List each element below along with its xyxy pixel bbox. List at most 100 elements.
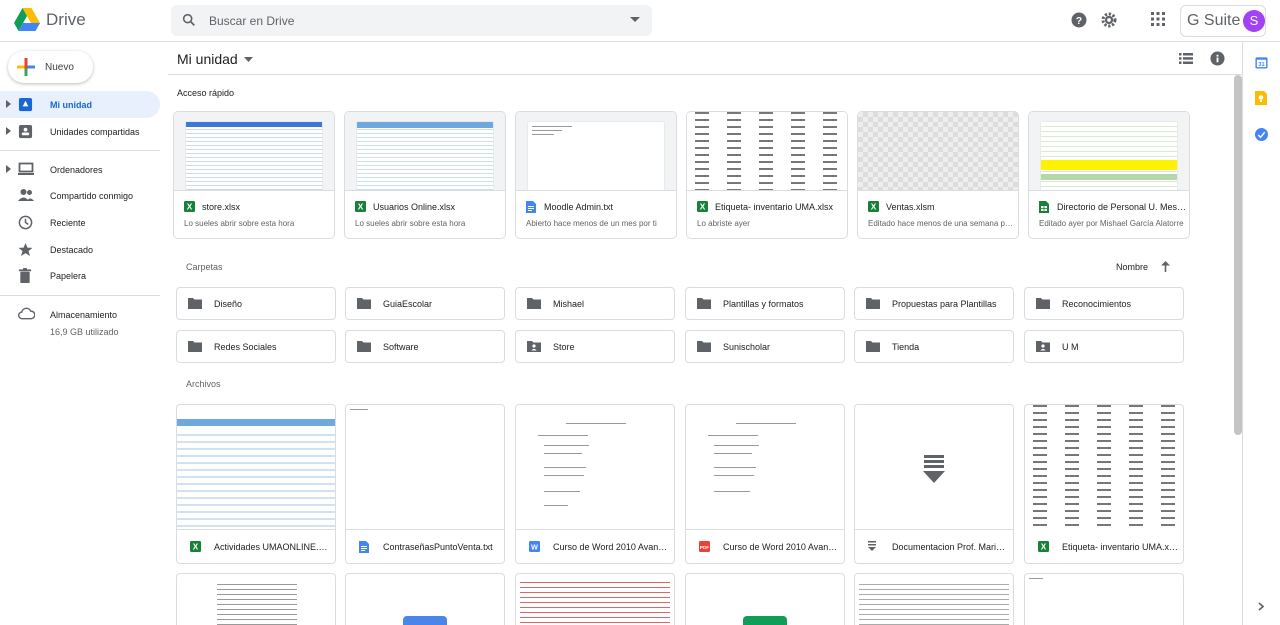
quick-access-card[interactable]: Directorio de Personal U. Mesoa... Edita…	[1028, 111, 1190, 239]
sidebar-item-label: Mi unidad	[50, 99, 92, 110]
new-button[interactable]: Nuevo	[8, 51, 93, 83]
folder-item[interactable]: Sunischolar	[685, 330, 845, 363]
chevron-right-icon[interactable]	[1258, 602, 1264, 611]
search-icon[interactable]	[181, 12, 197, 28]
expand-arrow-icon[interactable]	[6, 100, 11, 108]
folder-item[interactable]: Software	[345, 330, 505, 363]
tasks-icon[interactable]	[1255, 128, 1268, 141]
divider	[0, 150, 160, 151]
computer-icon	[18, 162, 34, 175]
folder-name: Diseño	[214, 298, 243, 309]
sidebar-item-recent[interactable]: Reciente	[0, 209, 160, 236]
folder-item[interactable]: Mishael	[515, 287, 675, 320]
header-divider	[168, 74, 1242, 75]
keep-icon[interactable]	[1255, 91, 1267, 105]
info-icon[interactable]	[1210, 51, 1225, 66]
sidebar: Nuevo Mi unidad Unidades compartidas Ord…	[0, 42, 165, 625]
search-input[interactable]	[209, 5, 609, 36]
folder-name: Mishael	[553, 298, 585, 309]
excel-file-icon: X	[190, 541, 201, 552]
storage-used: 16,9 GB utilizado	[50, 327, 119, 337]
file-card[interactable]: PDF Curso de Word 2010 Avanzado.pdf	[685, 404, 845, 564]
divider	[0, 295, 160, 296]
sidebar-item-storage[interactable]: Almacenamiento	[0, 301, 160, 328]
file-name: Usuarios Online.xlsx	[373, 202, 456, 212]
sidebar-item-label: Papelera	[50, 270, 87, 281]
quick-access-card[interactable]: X Etiqueta- inventario UMA.xlsx Lo abris…	[686, 111, 848, 239]
folder-name: Store	[553, 341, 575, 352]
folder-item[interactable]: U M	[1024, 330, 1184, 363]
svg-text:X: X	[1041, 543, 1047, 552]
file-name: Actividades UMAONLINE.xlsx	[214, 542, 332, 552]
apps-grid-icon[interactable]	[1150, 11, 1166, 27]
help-icon[interactable]: ?	[1070, 11, 1088, 29]
folder-item[interactable]: Plantillas y formatos	[685, 287, 845, 320]
folder-item[interactable]: Tienda	[854, 330, 1014, 363]
expand-arrow-icon[interactable]	[6, 165, 11, 173]
search-options-icon[interactable]	[630, 17, 640, 23]
sidebar-item-label: Reciente	[50, 217, 86, 228]
breadcrumb[interactable]: Mi unidad	[177, 51, 253, 67]
vertical-scrollbar[interactable]	[1234, 75, 1242, 435]
sidebar-item-computers[interactable]: Ordenadores	[0, 156, 160, 183]
sidebar-item-shared-with-me[interactable]: Compartido conmigo	[0, 182, 160, 209]
folder-icon	[527, 298, 541, 309]
file-card[interactable]: X Etiqueta- inventario UMA.xlsx	[1024, 404, 1184, 564]
folder-item[interactable]: Store	[515, 330, 675, 363]
sidebar-item-my-drive[interactable]: Mi unidad	[0, 91, 160, 118]
quick-access-card[interactable]: X Ventas.xlsm Editado hace menos de una …	[857, 111, 1019, 239]
file-reason: Editado hace menos de una semana por ti	[868, 219, 1014, 228]
top-bar: Drive ? G Suite S	[0, 0, 1280, 42]
chevron-down-icon[interactable]	[243, 56, 253, 62]
shared-drives-icon	[18, 124, 33, 139]
file-thumbnail	[686, 405, 844, 530]
file-thumbnail	[859, 580, 1009, 625]
account-switcher[interactable]: G Suite S	[1180, 5, 1266, 37]
excel-file-icon: X	[1038, 541, 1049, 552]
quick-access-card[interactable]: X Usuarios Online.xlsx Lo sueles abrir s…	[344, 111, 506, 239]
search-box[interactable]	[171, 5, 652, 36]
file-card[interactable]	[515, 573, 675, 625]
sort-by-name-button[interactable]: Nombre	[1116, 262, 1148, 272]
folder-item[interactable]: Redes Sociales	[176, 330, 336, 363]
list-view-icon[interactable]	[1179, 53, 1193, 64]
folder-item[interactable]: Diseño	[176, 287, 336, 320]
sidebar-item-shared-drives[interactable]: Unidades compartidas	[0, 118, 160, 145]
file-card[interactable]	[1024, 573, 1184, 625]
sidebar-item-trash[interactable]: Papelera	[0, 262, 160, 289]
pdf-file-icon: PDF	[699, 541, 710, 552]
folder-item[interactable]: Propuestas para Plantillas	[854, 287, 1014, 320]
file-thumbnail	[855, 405, 1013, 530]
file-card[interactable]: Documentacion Prof. Maria del Carmen	[854, 404, 1014, 564]
folder-item[interactable]: Reconocimientos	[1024, 287, 1184, 320]
file-card[interactable]: ContraseñasPuntoVenta.txt	[345, 404, 505, 564]
sidebar-item-starred[interactable]: Destacado	[0, 236, 160, 263]
svg-text:?: ?	[1076, 15, 1082, 27]
calendar-icon[interactable]: 31	[1255, 56, 1268, 69]
arrow-up-icon[interactable]	[1161, 261, 1170, 272]
breadcrumb-current[interactable]: Mi unidad	[177, 51, 238, 67]
app-name: Drive	[46, 9, 86, 29]
file-card[interactable]	[176, 573, 336, 625]
quick-access-card[interactable]: X store.xlsx Lo sueles abrir sobre esta …	[173, 111, 335, 239]
folder-item[interactable]: GuiaEscolar	[345, 287, 505, 320]
folder-icon	[357, 298, 371, 309]
file-card[interactable]: X Actividades UMAONLINE.xlsx	[176, 404, 336, 564]
file-name: Ventas.xlsm	[886, 202, 935, 212]
file-card[interactable]	[854, 573, 1014, 625]
svg-text:31: 31	[1258, 62, 1264, 68]
file-card[interactable]	[685, 573, 845, 625]
download-file-icon	[923, 455, 945, 483]
shared-folder-icon	[527, 341, 541, 352]
folder-name: Tienda	[892, 341, 920, 352]
file-thumbnail	[174, 112, 334, 191]
expand-arrow-icon[interactable]	[6, 127, 11, 135]
file-card[interactable]: W Curso de Word 2010 Avanzado.docx	[515, 404, 675, 564]
sidebar-item-label: Destacado	[50, 244, 94, 255]
file-card[interactable]	[345, 573, 505, 625]
quick-access-card[interactable]: Moodle Admin.txt Abierto hace menos de u…	[515, 111, 677, 239]
avatar[interactable]: S	[1243, 10, 1265, 32]
drive-logo[interactable]: Drive	[14, 8, 86, 31]
my-drive-icon	[18, 97, 33, 112]
settings-gear-icon[interactable]	[1100, 11, 1118, 29]
